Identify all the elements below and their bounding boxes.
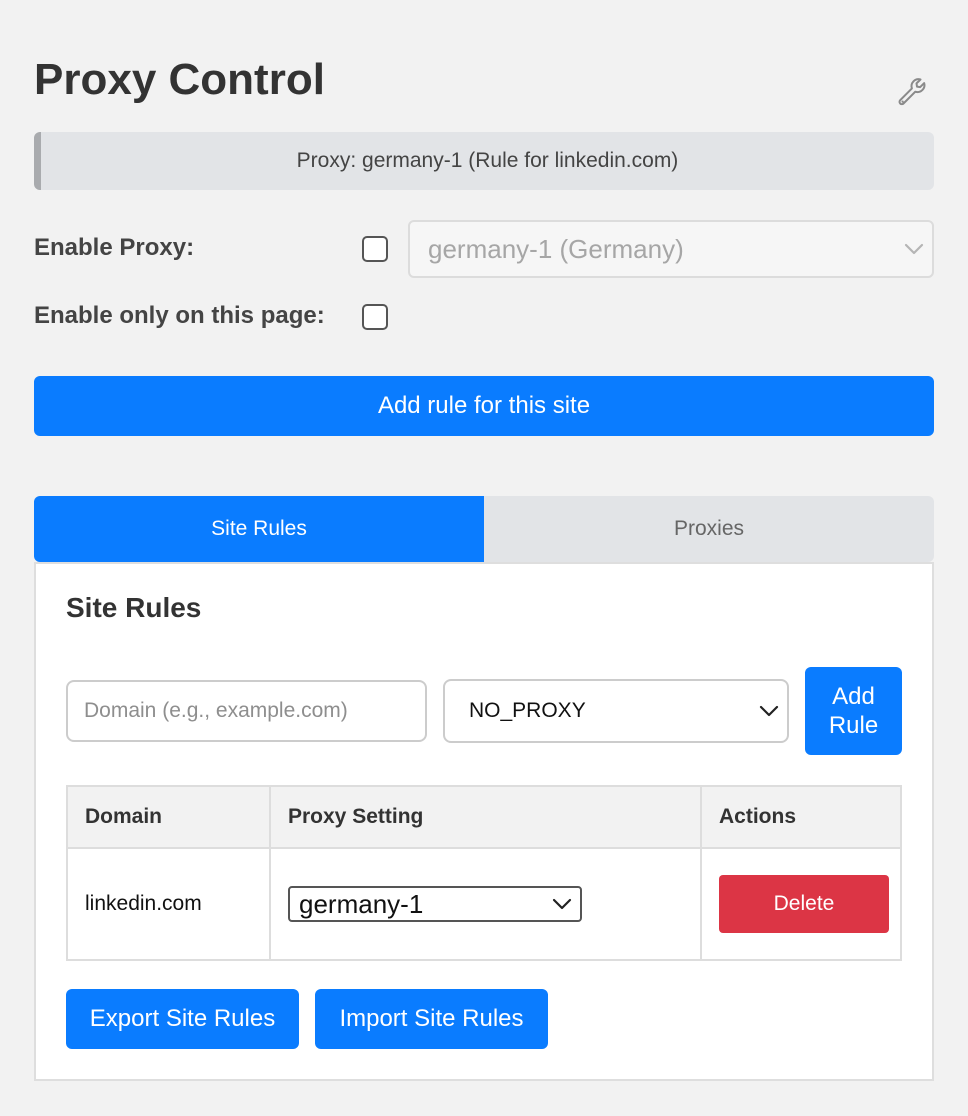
proxy-control-popup: Proxy Control Proxy: germany-1 (Rule for… xyxy=(0,0,968,1116)
proxy-status-bar: Proxy: germany-1 (Rule for linkedin.com) xyxy=(34,132,934,190)
proxy-select[interactable]: germany-1 (Germany) xyxy=(408,220,934,278)
domain-input[interactable] xyxy=(66,680,427,742)
site-rules-title: Site Rules xyxy=(66,592,202,623)
rule-actions-cell: Delete xyxy=(700,847,902,961)
rule-proxy-select-value: NO_PROXY xyxy=(469,699,586,722)
rule-domain-cell: linkedin.com xyxy=(66,847,271,961)
site-rules-table: Domain Proxy Setting Actions linkedin.co… xyxy=(66,785,902,961)
table-row: linkedin.com germany-1 Delete xyxy=(66,847,902,961)
tab-proxies[interactable]: Proxies xyxy=(484,496,934,562)
rule-proxy-select[interactable]: NO_PROXY xyxy=(443,679,789,743)
column-header-actions: Actions xyxy=(700,785,902,849)
add-rule-button[interactable]: Add Rule xyxy=(805,667,902,755)
delete-button[interactable]: Delete xyxy=(719,875,889,933)
proxy-select-value: germany-1 (Germany) xyxy=(428,233,684,264)
column-header-domain: Domain xyxy=(66,785,271,849)
export-site-rules-button[interactable]: Export Site Rules xyxy=(66,989,299,1049)
column-header-proxy-setting: Proxy Setting xyxy=(269,785,702,849)
chevron-down-icon xyxy=(904,243,924,255)
import-site-rules-button[interactable]: Import Site Rules xyxy=(315,989,548,1049)
rule-proxy-cell: germany-1 xyxy=(269,847,702,961)
enable-page-label: Enable only on this page: xyxy=(34,302,325,329)
rule-proxy-setting-value: germany-1 xyxy=(299,888,424,919)
tab-site-rules[interactable]: Site Rules xyxy=(34,496,484,562)
enable-page-checkbox[interactable] xyxy=(362,304,388,330)
table-header-row: Domain Proxy Setting Actions xyxy=(66,785,902,849)
chevron-down-icon xyxy=(759,705,779,717)
rule-proxy-setting-select[interactable]: germany-1 xyxy=(288,886,582,922)
proxy-status-text: Proxy: germany-1 (Rule for linkedin.com) xyxy=(296,149,679,172)
enable-proxy-label: Enable Proxy: xyxy=(34,234,195,261)
page-title: Proxy Control xyxy=(34,55,325,104)
add-site-rule-button[interactable]: Add rule for this site xyxy=(34,376,934,436)
enable-proxy-checkbox[interactable] xyxy=(362,236,388,262)
chevron-down-icon xyxy=(552,898,572,910)
wrench-icon[interactable] xyxy=(894,74,930,110)
